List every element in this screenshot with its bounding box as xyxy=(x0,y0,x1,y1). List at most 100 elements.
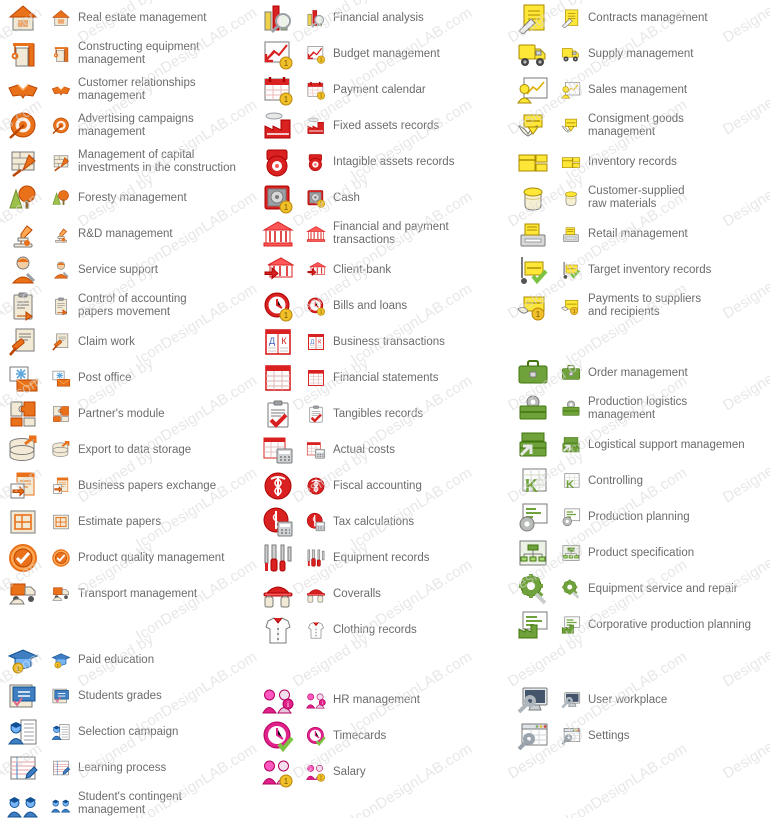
bank-icon[interactable] xyxy=(255,217,301,251)
bank-arrow-icon-small[interactable] xyxy=(301,259,331,281)
sack-icon[interactable] xyxy=(510,181,556,215)
consignment-box-icon-small[interactable] xyxy=(556,115,586,137)
disc-case-icon-small[interactable] xyxy=(301,151,331,173)
notebook-pencil-icon-small[interactable] xyxy=(46,757,76,779)
icon-row[interactable]: Estimate papers xyxy=(0,504,255,540)
people-info-icon-small[interactable]: i xyxy=(301,689,331,711)
graduation-cap-coin-icon-small[interactable]: 1 xyxy=(46,649,76,671)
chart-coin-icon[interactable]: 1 xyxy=(255,37,301,71)
house-icon[interactable] xyxy=(0,1,46,35)
icon-row[interactable]: Claim work xyxy=(0,324,255,360)
icon-row[interactable]: KKControlling xyxy=(510,463,770,499)
icon-row[interactable]: Business papers exchange xyxy=(0,468,255,504)
plan-gear-icon[interactable] xyxy=(510,500,556,534)
icon-row[interactable]: Financial and payment transactions xyxy=(255,216,510,252)
clipboard-arrow-icon[interactable] xyxy=(0,289,46,323)
icon-row[interactable]: Timecards xyxy=(255,718,510,754)
debit-credit-icon-small[interactable]: ДК xyxy=(301,331,331,353)
cart-box-check-icon-small[interactable] xyxy=(556,259,586,281)
clipboard-arrow-icon-small[interactable] xyxy=(46,295,76,317)
puzzle-icon[interactable] xyxy=(0,397,46,431)
icon-row[interactable]: Product specification xyxy=(510,535,770,571)
caduceus-calculator-icon-small[interactable] xyxy=(301,511,331,533)
notebook-pencil-icon[interactable] xyxy=(0,751,46,785)
icon-row[interactable]: Constructing equipment management xyxy=(0,36,255,72)
database-arrow-icon-small[interactable] xyxy=(46,439,76,461)
clipboard-check-icon[interactable] xyxy=(255,397,301,431)
check-seal-icon-small[interactable] xyxy=(46,547,76,569)
box-coin-icon-small[interactable]: 1 xyxy=(556,295,586,317)
target-arrow-icon-small[interactable] xyxy=(46,115,76,137)
people-coin-icon[interactable]: 1 xyxy=(255,755,301,789)
window-wrench-icon[interactable] xyxy=(510,719,556,753)
icon-row[interactable]: Contracts management xyxy=(510,0,770,36)
helmet-gloves-icon-small[interactable] xyxy=(301,583,331,605)
icon-row[interactable]: Students grades xyxy=(0,678,255,714)
icon-row[interactable]: Production planning xyxy=(510,499,770,535)
drill-bits-icon[interactable] xyxy=(255,541,301,575)
blueprint-icon[interactable] xyxy=(0,505,46,539)
student-list-icon-small[interactable] xyxy=(46,721,76,743)
target-arrow-icon[interactable] xyxy=(0,109,46,143)
clock-check-icon-small[interactable] xyxy=(301,725,331,747)
icon-row[interactable]: Customer relationships management xyxy=(0,72,255,108)
icon-row[interactable]: iiHR management xyxy=(255,682,510,718)
briefcase-icon-small[interactable] xyxy=(556,362,586,384)
clipboard-check-icon-small[interactable] xyxy=(301,403,331,425)
clock-coin-icon-small[interactable]: 1 xyxy=(301,295,331,317)
icon-row[interactable]: Tangibles records xyxy=(255,396,510,432)
crane-building-icon-small[interactable] xyxy=(46,43,76,65)
icon-row[interactable]: Corporative production planning xyxy=(510,607,770,643)
box-arrow-icon[interactable] xyxy=(510,428,556,462)
gavel-document-icon-small[interactable] xyxy=(46,331,76,353)
box-gear-icon[interactable] xyxy=(510,392,556,426)
trees-icon[interactable] xyxy=(0,181,46,215)
icon-row[interactable]: Target inventory records xyxy=(510,252,770,288)
icon-row[interactable]: Management of capital investments in the… xyxy=(0,144,255,180)
contract-pen-icon[interactable] xyxy=(510,1,556,35)
box-gear-icon-small[interactable] xyxy=(556,398,586,420)
icon-row[interactable]: Student's contingent management xyxy=(0,786,255,822)
icon-row[interactable]: Financial statements xyxy=(255,360,510,396)
box-coin-icon[interactable]: 1 xyxy=(510,289,556,323)
safe-coin-icon-small[interactable]: 1 xyxy=(301,187,331,209)
icon-row[interactable]: Logistical support managemen xyxy=(510,427,770,463)
delivery-truck-icon[interactable] xyxy=(510,37,556,71)
envelope-snowflake-icon-small[interactable] xyxy=(46,367,76,389)
icon-row[interactable]: Learning process xyxy=(0,750,255,786)
shirt-icon-small[interactable] xyxy=(301,619,331,641)
icon-row[interactable]: User workplace xyxy=(510,682,770,718)
plan-gear-icon-small[interactable] xyxy=(556,506,586,528)
report-table-icon-small[interactable] xyxy=(301,367,331,389)
icon-row[interactable]: Client-bank xyxy=(255,252,510,288)
students-group-icon-small[interactable] xyxy=(46,793,76,815)
icon-row[interactable]: Equipment service and repair xyxy=(510,571,770,607)
bank-arrow-icon[interactable] xyxy=(255,253,301,287)
puzzle-icon-small[interactable] xyxy=(46,403,76,425)
shirt-icon[interactable] xyxy=(255,613,301,647)
drill-bits-icon-small[interactable] xyxy=(301,547,331,569)
bank-icon-small[interactable] xyxy=(301,223,331,245)
microscope-icon-small[interactable] xyxy=(46,223,76,245)
disc-case-icon[interactable] xyxy=(255,145,301,179)
icon-row[interactable]: Selection campaign xyxy=(0,714,255,750)
graduation-cap-coin-icon[interactable]: 1 xyxy=(0,643,46,677)
icon-row[interactable]: Intagible assets records xyxy=(255,144,510,180)
crane-building-icon[interactable] xyxy=(0,37,46,71)
gear-wrench-icon-small[interactable] xyxy=(556,578,586,600)
icon-row[interactable]: Transport management xyxy=(0,576,255,612)
gear-wrench-icon[interactable] xyxy=(510,572,556,606)
monitor-wrench-icon[interactable] xyxy=(510,683,556,717)
blueprint-icon-small[interactable] xyxy=(46,511,76,533)
cart-box-check-icon[interactable] xyxy=(510,253,556,287)
truck-car-icon-small[interactable] xyxy=(46,583,76,605)
icon-row[interactable]: Advertising campaigns management xyxy=(0,108,255,144)
icon-row[interactable]: 11Payment calendar xyxy=(255,72,510,108)
people-info-icon[interactable]: i xyxy=(255,683,301,717)
worker-wrench-icon-small[interactable] xyxy=(46,259,76,281)
icon-row[interactable]: Real estate management xyxy=(0,0,255,36)
icon-row[interactable]: Foresty management xyxy=(0,180,255,216)
window-wrench-icon-small[interactable] xyxy=(556,725,586,747)
documents-exchange-icon[interactable] xyxy=(0,469,46,503)
sales-chart-person-icon[interactable] xyxy=(510,73,556,107)
